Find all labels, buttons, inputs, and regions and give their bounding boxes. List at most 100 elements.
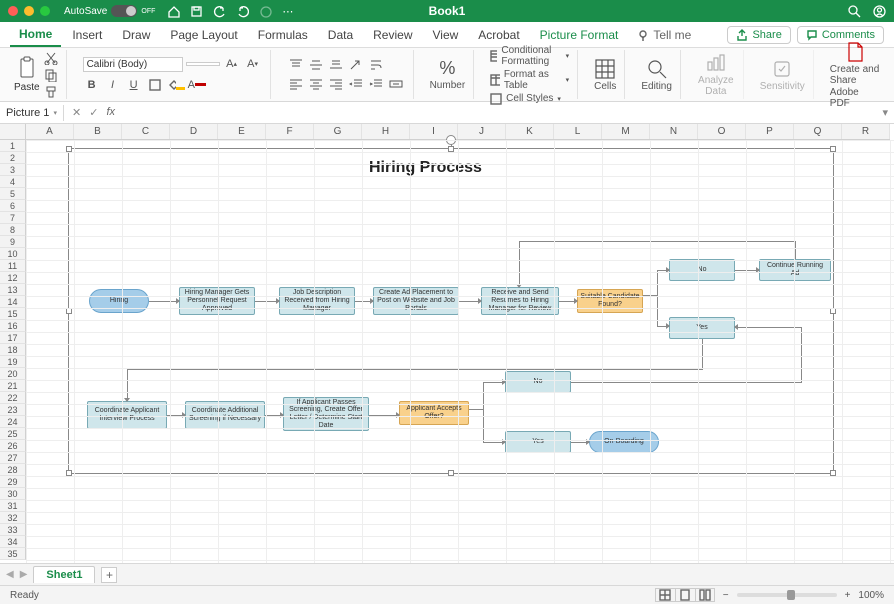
number-format[interactable]: % Number <box>430 58 466 91</box>
row-header-32[interactable]: 32 <box>0 512 26 524</box>
col-header-N[interactable]: N <box>650 124 698 139</box>
col-header-R[interactable]: R <box>842 124 890 139</box>
undo-icon[interactable] <box>213 5 226 18</box>
underline-button[interactable]: U <box>125 76 143 94</box>
row-header-19[interactable]: 19 <box>0 356 26 368</box>
zoom-slider[interactable] <box>737 593 837 597</box>
account-icon[interactable] <box>873 5 886 18</box>
col-header-B[interactable]: B <box>74 124 122 139</box>
col-header-G[interactable]: G <box>314 124 362 139</box>
bold-button[interactable]: B <box>83 76 101 94</box>
redo-icon[interactable] <box>236 5 249 18</box>
col-header-C[interactable]: C <box>122 124 170 139</box>
tab-formulas[interactable]: Formulas <box>249 24 317 46</box>
select-all-corner[interactable] <box>0 124 26 140</box>
col-header-K[interactable]: K <box>506 124 554 139</box>
tab-acrobat[interactable]: Acrobat <box>469 24 528 46</box>
paste-button[interactable]: Paste <box>14 56 40 93</box>
row-header-13[interactable]: 13 <box>0 284 26 296</box>
row-header-15[interactable]: 15 <box>0 308 26 320</box>
decrease-indent[interactable] <box>347 76 365 92</box>
cells-area[interactable]: Hiring Process Hiring Hiring Manager Get… <box>26 140 894 563</box>
fx-icon[interactable]: fx <box>106 106 115 119</box>
row-header-2[interactable]: 2 <box>0 152 26 164</box>
row-header-35[interactable]: 35 <box>0 548 26 560</box>
view-normal[interactable] <box>655 588 675 602</box>
view-page-break[interactable] <box>695 588 715 602</box>
row-header-8[interactable]: 8 <box>0 224 26 236</box>
search-icon[interactable] <box>848 5 861 18</box>
tab-draw[interactable]: Draw <box>113 24 159 46</box>
row-header-25[interactable]: 25 <box>0 428 26 440</box>
font-name-select[interactable]: Calibri (Body) <box>83 57 183 72</box>
share-button[interactable]: Share <box>727 26 790 44</box>
cut-icon[interactable] <box>44 51 58 65</box>
col-header-M[interactable]: M <box>602 124 650 139</box>
align-top[interactable] <box>287 57 305 73</box>
tab-data[interactable]: Data <box>319 24 362 46</box>
row-header-6[interactable]: 6 <box>0 200 26 212</box>
home-icon[interactable] <box>167 5 180 18</box>
row-header-24[interactable]: 24 <box>0 416 26 428</box>
format-as-table[interactable]: Format as Table▾ <box>490 69 569 91</box>
row-header-12[interactable]: 12 <box>0 272 26 284</box>
format-painter-icon[interactable] <box>44 85 58 99</box>
copy-icon[interactable] <box>44 68 58 82</box>
row-header-18[interactable]: 18 <box>0 344 26 356</box>
align-left[interactable] <box>287 76 305 92</box>
row-header-20[interactable]: 20 <box>0 368 26 380</box>
name-box[interactable]: Picture 1 ▾ <box>0 105 64 121</box>
sensitivity-button[interactable]: Sensitivity <box>760 58 805 92</box>
conditional-formatting[interactable]: Conditional Formatting▾ <box>490 45 569 67</box>
accept-formula[interactable]: ✓ <box>89 106 98 119</box>
italic-button[interactable]: I <box>104 76 122 94</box>
adobe-button[interactable]: Create and Share Adobe PDF <box>830 41 880 109</box>
row-header-3[interactable]: 3 <box>0 164 26 176</box>
row-header-16[interactable]: 16 <box>0 320 26 332</box>
row-header-34[interactable]: 34 <box>0 536 26 548</box>
row-header-21[interactable]: 21 <box>0 380 26 392</box>
tab-home[interactable]: Home <box>10 23 61 47</box>
cancel-formula[interactable]: ✕ <box>72 106 81 119</box>
tab-insert[interactable]: Insert <box>63 24 111 46</box>
row-header-11[interactable]: 11 <box>0 260 26 272</box>
cell-styles[interactable]: Cell Styles▾ <box>490 93 569 105</box>
col-header-E[interactable]: E <box>218 124 266 139</box>
sheet-nav-next[interactable]: ▶ <box>20 569 28 580</box>
more-icon[interactable]: ⋯ <box>282 5 293 18</box>
row-header-1[interactable]: 1 <box>0 140 26 152</box>
decrease-font-icon[interactable]: A▾ <box>244 55 262 73</box>
view-page-layout[interactable] <box>675 588 695 602</box>
row-header-9[interactable]: 9 <box>0 236 26 248</box>
row-header-29[interactable]: 29 <box>0 476 26 488</box>
row-header-31[interactable]: 31 <box>0 500 26 512</box>
zoom-out[interactable]: − <box>723 590 729 601</box>
align-bottom[interactable] <box>327 57 345 73</box>
row-header-7[interactable]: 7 <box>0 212 26 224</box>
tab-page-layout[interactable]: Page Layout <box>161 24 246 46</box>
row-header-27[interactable]: 27 <box>0 452 26 464</box>
sheet-nav-prev[interactable]: ◀ <box>6 569 14 580</box>
row-header-26[interactable]: 26 <box>0 440 26 452</box>
expand-formula-bar[interactable]: ▾ <box>876 106 894 119</box>
editing-button[interactable]: Editing <box>641 58 672 92</box>
row-header-17[interactable]: 17 <box>0 332 26 344</box>
align-middle[interactable] <box>307 57 325 73</box>
zoom-in[interactable]: + <box>845 590 851 601</box>
minimize-window[interactable] <box>24 6 34 16</box>
col-header-H[interactable]: H <box>362 124 410 139</box>
orientation-button[interactable] <box>347 57 365 73</box>
increase-indent[interactable] <box>367 76 385 92</box>
tab-picture-format[interactable]: Picture Format <box>531 24 628 46</box>
col-header-P[interactable]: P <box>746 124 794 139</box>
save-icon[interactable] <box>190 5 203 18</box>
cells-button[interactable]: Cells <box>594 58 616 92</box>
col-header-D[interactable]: D <box>170 124 218 139</box>
row-header-14[interactable]: 14 <box>0 296 26 308</box>
align-right[interactable] <box>327 76 345 92</box>
font-color-button[interactable]: A <box>188 76 206 94</box>
row-header-10[interactable]: 10 <box>0 248 26 260</box>
autosave-toggle[interactable]: AutoSave OFF <box>64 5 155 17</box>
border-button[interactable] <box>146 76 164 94</box>
analyze-button[interactable]: Analyze Data <box>697 52 735 97</box>
